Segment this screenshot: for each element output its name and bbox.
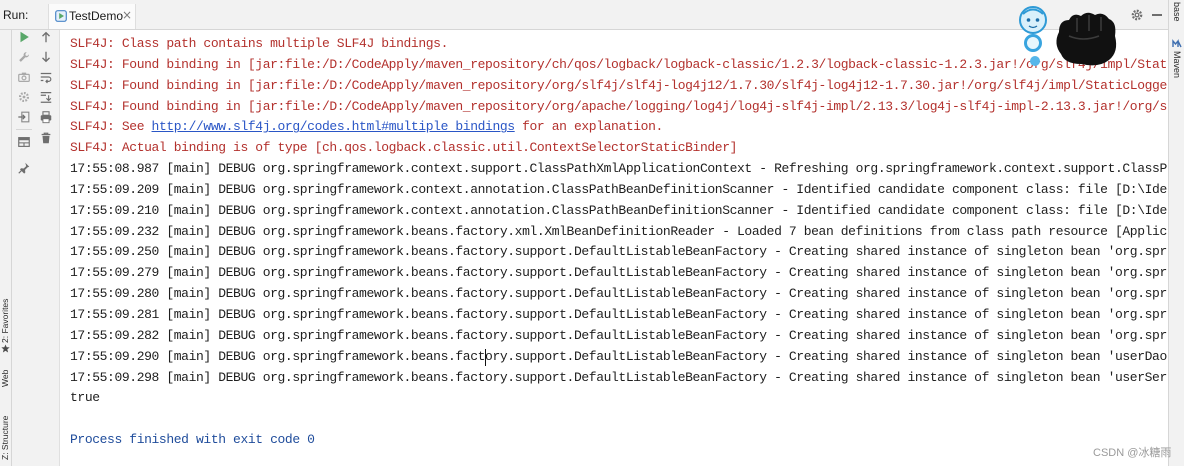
ring-icon bbox=[1024, 34, 1042, 52]
star-icon[interactable] bbox=[1, 344, 10, 353]
tab-close-button[interactable]: × bbox=[122, 8, 132, 22]
console-line: 17:55:09.232 [main] DEBUG org.springfram… bbox=[70, 223, 1167, 239]
down-arrow-icon[interactable] bbox=[39, 50, 53, 64]
structure-tab[interactable]: Z: Structure bbox=[0, 414, 11, 462]
wrench-icon[interactable] bbox=[17, 50, 31, 64]
trash-icon[interactable] bbox=[39, 131, 53, 145]
console-line: 17:55:09.210 [main] DEBUG org.springfram… bbox=[70, 202, 1167, 218]
run-tool-window: Run: TestDemo × 2: Favorites Web Z: Stru… bbox=[0, 0, 1184, 466]
desktop-pet-overlay bbox=[1015, 2, 1121, 70]
console-output[interactable]: SLF4J: Class path contains multiple SLF4… bbox=[70, 34, 1168, 451]
exit-icon[interactable] bbox=[17, 110, 31, 124]
toolbar-separator bbox=[16, 129, 32, 130]
console-line: 17:55:09.281 [main] DEBUG org.springfram… bbox=[70, 306, 1167, 322]
web-tab[interactable]: Web bbox=[0, 367, 11, 389]
gear-icon[interactable] bbox=[1130, 8, 1144, 22]
database-tab[interactable]: base bbox=[1171, 1, 1183, 23]
soft-wrap-icon[interactable] bbox=[39, 70, 53, 84]
console-line: SLF4J: Found binding in [jar:file:/D:/Co… bbox=[70, 98, 1167, 114]
black-fist-icon bbox=[1056, 12, 1117, 66]
tab-testdemo[interactable]: TestDemo × bbox=[48, 4, 136, 29]
run-label: Run: bbox=[3, 8, 29, 22]
favorites-tab[interactable]: 2: Favorites bbox=[0, 296, 11, 346]
console-line: SLF4J: Class path contains multiple SLF4… bbox=[70, 36, 448, 51]
camera-icon[interactable] bbox=[17, 70, 31, 84]
console-panel[interactable]: SLF4J: Class path contains multiple SLF4… bbox=[60, 30, 1168, 466]
left-tool-strip: 2: Favorites Web Z: Structure bbox=[0, 30, 12, 466]
settings-icon[interactable] bbox=[17, 90, 31, 104]
up-arrow-icon[interactable] bbox=[39, 30, 53, 44]
console-line: 17:55:09.279 [main] DEBUG org.springfram… bbox=[70, 265, 1167, 281]
console-line: 17:55:09.209 [main] DEBUG org.springfram… bbox=[70, 181, 1167, 197]
pin-icon[interactable] bbox=[17, 161, 31, 175]
console-line: 17:55:09.280 [main] DEBUG org.springfram… bbox=[70, 286, 1167, 302]
console-line: SLF4J: Found binding in [jar:file:/D:/Co… bbox=[70, 77, 1167, 93]
maven-tab[interactable]: Maven bbox=[1171, 50, 1183, 80]
console-line: 17:55:08.987 [main] DEBUG org.springfram… bbox=[70, 161, 1167, 177]
console-text: SLF4J: See bbox=[70, 119, 152, 135]
watermark: CSDN @冰糖雨 bbox=[1093, 447, 1172, 459]
scroll-to-end-icon[interactable] bbox=[39, 90, 53, 104]
run-toolbar bbox=[12, 30, 60, 466]
layout-icon[interactable] bbox=[17, 135, 31, 149]
help-link[interactable]: http://www.slf4j.org/codes.html#multiple… bbox=[152, 119, 516, 134]
console-line: 17:55:09.290 [main] DEBUG org.springfram… bbox=[70, 348, 1167, 364]
play-icon[interactable] bbox=[17, 30, 31, 44]
text-caret bbox=[485, 349, 486, 366]
console-text: for an explanation. bbox=[514, 119, 663, 135]
console-line: 17:55:09.282 [main] DEBUG org.springfram… bbox=[70, 327, 1167, 343]
console-line: 17:55:09.298 [main] DEBUG org.springfram… bbox=[70, 369, 1167, 385]
run-config-icon bbox=[55, 10, 67, 22]
dot-icon bbox=[1030, 56, 1040, 66]
run-header: Run: TestDemo × bbox=[0, 0, 1168, 30]
console-line: true bbox=[70, 390, 100, 406]
console-line: SLF4J: Actual binding is of type [ch.qos… bbox=[70, 140, 738, 156]
tab-label: TestDemo bbox=[69, 9, 124, 23]
console-line: SLF4J: See http://www.slf4j.org/codes.ht… bbox=[70, 117, 1168, 138]
maven-icon[interactable] bbox=[1172, 38, 1182, 48]
print-icon[interactable] bbox=[39, 110, 53, 124]
minimize-icon[interactable] bbox=[1152, 14, 1162, 16]
console-line: SLF4J: Found binding in [jar:file:/D:/Co… bbox=[70, 56, 1167, 72]
exit-message: Process finished with exit code 0 bbox=[70, 432, 315, 448]
console-line: 17:55:09.250 [main] DEBUG org.springfram… bbox=[70, 244, 1167, 260]
cartoon-face-icon bbox=[1019, 6, 1047, 34]
right-tool-strip: base Maven bbox=[1168, 0, 1184, 466]
